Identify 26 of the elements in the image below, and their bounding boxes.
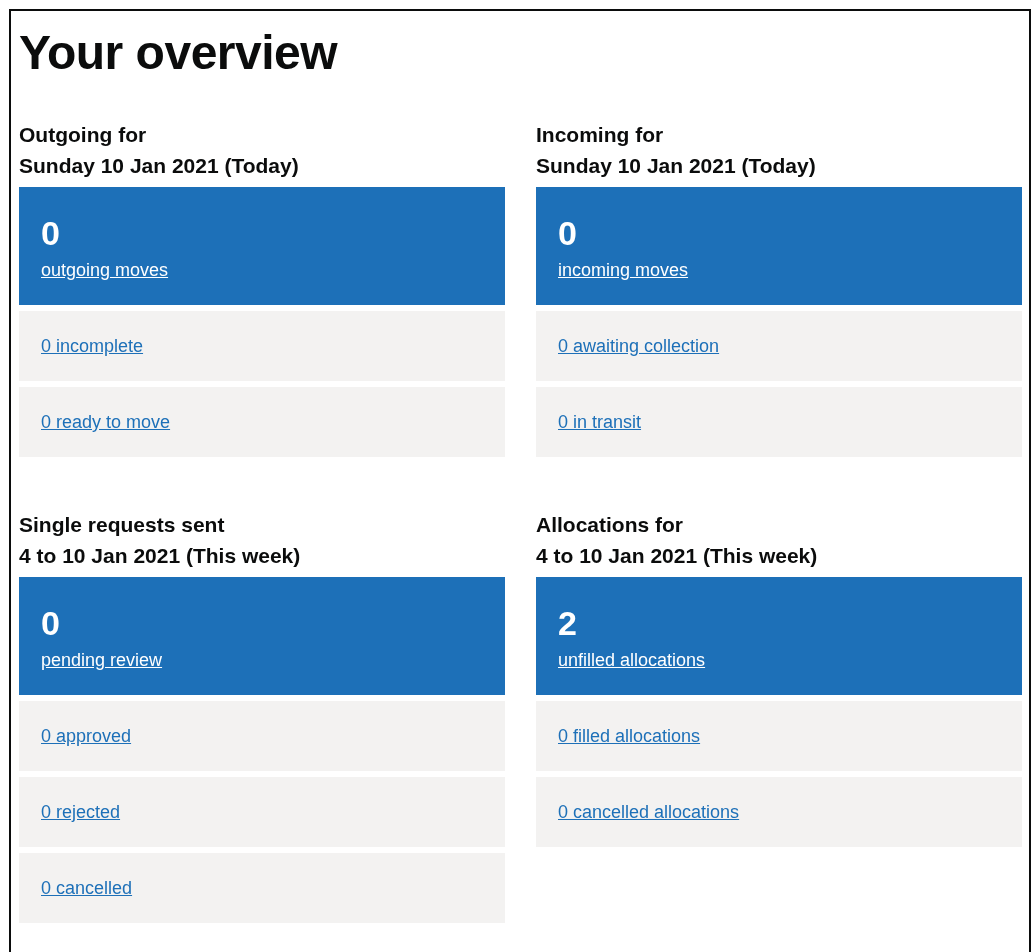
count-number: 2	[558, 603, 577, 643]
status-link[interactable]: 0 rejected	[41, 800, 121, 824]
count-number: 0	[41, 213, 60, 253]
status-link[interactable]: 0 filled allocations	[558, 724, 701, 748]
status-link[interactable]: 0 in transit	[558, 410, 642, 434]
section-heading: Sunday 10 Jan 2021 (Today)	[19, 153, 300, 179]
status-link[interactable]: 0 approved	[41, 724, 132, 748]
section-heading: Allocations for	[536, 512, 684, 538]
status-link[interactable]: 0 cancelled allocations	[558, 800, 740, 824]
page-title: Your overview	[19, 25, 339, 81]
summary-link[interactable]: outgoing moves	[41, 257, 169, 283]
section-heading: Sunday 10 Jan 2021 (Today)	[536, 153, 817, 179]
section-heading: 4 to 10 Jan 2021 (This week)	[536, 543, 819, 569]
summary-link[interactable]: pending review	[41, 647, 163, 673]
status-link[interactable]: 0 awaiting collection	[558, 334, 720, 358]
status-link[interactable]: 0 incomplete	[41, 334, 144, 358]
section-heading: Outgoing for	[19, 122, 148, 148]
status-link[interactable]: 0 ready to move	[41, 410, 171, 434]
summary-link[interactable]: incoming moves	[558, 257, 689, 283]
count-number: 0	[41, 603, 60, 643]
count-number: 0	[558, 213, 577, 253]
section-heading: 4 to 10 Jan 2021 (This week)	[19, 543, 302, 569]
status-link[interactable]: 0 cancelled	[41, 876, 133, 900]
section-heading: Single requests sent	[19, 512, 226, 538]
summary-link[interactable]: unfilled allocations	[558, 647, 706, 673]
section-heading: Incoming for	[536, 122, 665, 148]
